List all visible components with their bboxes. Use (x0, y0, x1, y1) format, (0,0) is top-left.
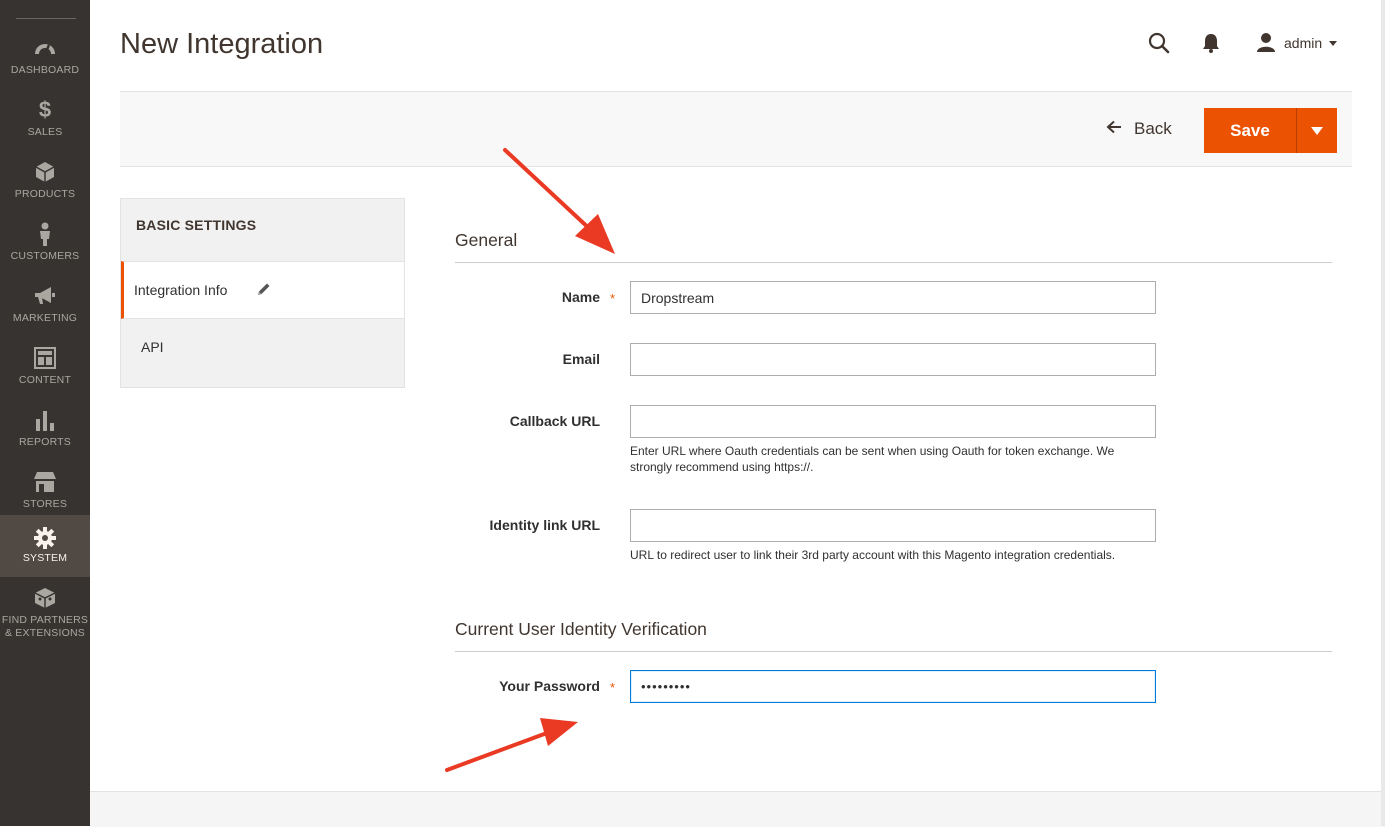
page-title: New Integration (120, 28, 324, 60)
identity-link-url-label: Identity link URL (489, 517, 600, 533)
store-icon (0, 470, 90, 494)
page-actions-bar: Back Save (120, 91, 1352, 167)
sidebar-item-sales[interactable]: $ SALES (0, 90, 90, 152)
section-divider (455, 651, 1332, 652)
arrow-left-icon (1106, 119, 1122, 139)
email-label: Email (562, 351, 600, 367)
section-title-general: General (455, 230, 518, 250)
cube-icon (0, 160, 90, 184)
sidebar-item-products[interactable]: PRODUCTS (0, 152, 90, 214)
identity-link-url-field[interactable] (630, 509, 1156, 542)
callback-url-label: Callback URL (509, 413, 600, 429)
tab-label: API (141, 339, 164, 355)
back-button[interactable]: Back (1106, 118, 1172, 140)
section-divider (455, 262, 1332, 263)
layout-icon (0, 346, 90, 370)
user-menu[interactable]: admin (1256, 31, 1338, 55)
sidebar-item-label: FIND PARTNERS & EXTENSIONS (0, 614, 90, 640)
save-options-toggle[interactable] (1296, 108, 1337, 153)
identity-link-url-note: URL to redirect user to link their 3rd p… (630, 548, 1116, 562)
callback-url-note: Enter URL where Oauth credentials can be… (630, 444, 1115, 474)
tab-label: Integration Info (134, 282, 228, 298)
sidebar-item-label-line1: FIND PARTNERS (1, 614, 89, 626)
extensions-icon (0, 586, 90, 610)
sidebar-item-reports[interactable]: REPORTS (0, 400, 90, 462)
person-icon (0, 222, 90, 246)
sidebar-item-customers[interactable]: CUSTOMERS (0, 214, 90, 276)
callback-url-field[interactable] (630, 405, 1156, 438)
name-field[interactable]: Dropstream (630, 281, 1156, 314)
sidebar-item-label: PRODUCTS (14, 188, 76, 200)
sidebar-item-label: REPORTS (19, 436, 71, 448)
bar-chart-icon (0, 408, 90, 432)
sidebar-item-label: DASHBOARD (10, 64, 80, 76)
window-edge (1381, 0, 1385, 826)
sidebar-item-label-line2: & EXTENSIONS (4, 627, 85, 639)
bell-icon[interactable] (1199, 31, 1223, 55)
pencil-icon (257, 282, 271, 296)
sidebar-item-label: CONTENT (18, 374, 72, 386)
megaphone-icon (0, 284, 90, 308)
user-name: admin (1284, 35, 1323, 51)
sidebar-item-label: SYSTEM (22, 552, 68, 564)
chevron-down-icon (1329, 40, 1338, 46)
save-button[interactable]: Save (1204, 108, 1296, 153)
basic-settings-tabs: BASIC SETTINGS Integration Info API (120, 198, 405, 388)
search-icon[interactable] (1147, 31, 1171, 55)
tab-integration-info[interactable]: Integration Info (121, 261, 404, 319)
annotation-arrow-password (445, 718, 578, 772)
sidebar-item-dashboard[interactable]: DASHBOARD (0, 28, 90, 90)
password-label: Your Password (499, 678, 600, 694)
sidebar-item-system[interactable]: SYSTEM (0, 515, 90, 577)
sidebar-item-label: STORES (22, 498, 68, 510)
sidebar-item-label: CUSTOMERS (10, 250, 80, 262)
admin-sidebar: DASHBOARD $ SALES PRODUCTS CUSTOMERS MAR… (0, 0, 90, 826)
sidebar-item-content[interactable]: CONTENT (0, 338, 90, 400)
tab-api[interactable]: API (121, 319, 404, 375)
required-marker: * (610, 680, 616, 695)
caret-down-icon (1311, 126, 1323, 135)
section-title-verification: Current User Identity Verification (455, 619, 707, 639)
sidebar-divider (16, 18, 76, 19)
gear-icon (0, 526, 90, 550)
name-label: Name (561, 289, 600, 305)
user-icon (1256, 32, 1276, 55)
email-field[interactable] (630, 343, 1156, 376)
sidebar-item-label: SALES (27, 126, 63, 138)
password-field[interactable]: ••••••••• (630, 670, 1156, 703)
back-button-label: Back (1134, 119, 1172, 138)
sidebar-item-marketing[interactable]: MARKETING (0, 276, 90, 338)
page-footer (90, 791, 1385, 827)
sidebar-item-find-partners[interactable]: FIND PARTNERS & EXTENSIONS (0, 586, 90, 646)
sidebar-item-label: MARKETING (12, 312, 78, 324)
tabs-title: BASIC SETTINGS (136, 217, 257, 233)
required-marker: * (610, 291, 616, 306)
dashboard-icon (0, 36, 90, 60)
dollar-icon: $ (38, 97, 52, 122)
